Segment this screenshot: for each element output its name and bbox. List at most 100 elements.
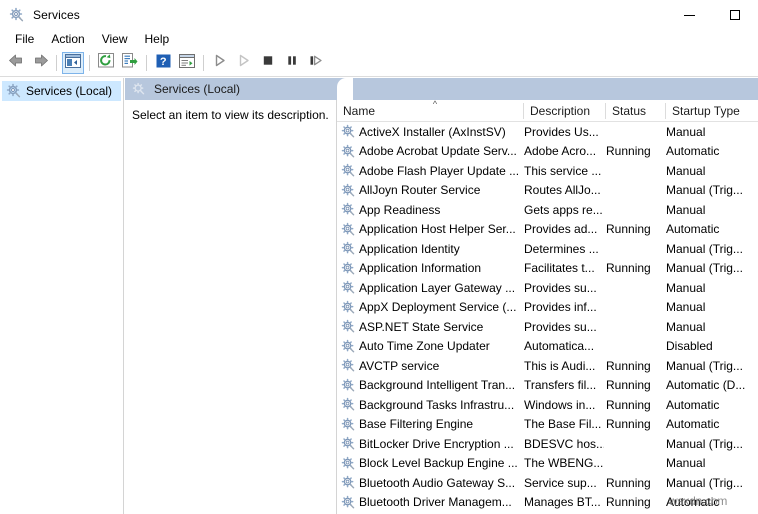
maximize-icon <box>730 10 740 20</box>
cell-description: Provides ad... <box>524 222 598 237</box>
table-row[interactable]: BitLocker Drive Encryption ... BDESVC hos… <box>337 434 758 454</box>
table-row[interactable]: AppX Deployment Service (... Provides inf… <box>337 298 758 318</box>
table-row[interactable]: Adobe Acrobat Update Serv... Adobe Acro..… <box>337 142 758 162</box>
cell-description: Adobe Acro... <box>524 144 597 159</box>
table-row[interactable]: Base Filtering Engine The Base Fil... Runn… <box>337 415 758 435</box>
cell-description: This is Audi... <box>524 358 596 373</box>
cell-startup-type: Automatic <box>666 222 720 237</box>
services-gear-icon <box>341 300 356 315</box>
list-header-rounded-corner <box>337 78 353 100</box>
resume-service-icon <box>238 54 250 72</box>
service-name-label: Application Identity <box>359 241 460 256</box>
stop-service-button[interactable] <box>257 52 279 74</box>
cell-status: Running <box>606 417 651 432</box>
toolbar-separator-3 <box>146 55 147 71</box>
table-row[interactable]: Adobe Flash Player Update ... This servic… <box>337 161 758 181</box>
forward-button[interactable] <box>29 52 51 74</box>
cell-status: Running <box>606 358 651 373</box>
help-button[interactable]: ? <box>152 52 174 74</box>
cell-status: Running <box>606 495 651 510</box>
minimize-icon <box>683 14 695 16</box>
menu-help[interactable]: Help <box>138 30 177 48</box>
menu-file[interactable]: File <box>8 30 41 48</box>
services-gear-icon <box>341 183 356 198</box>
tree-item-services-local[interactable]: Services (Local) <box>2 81 121 101</box>
table-row[interactable]: ASP.NET State Service Provides su... Manua… <box>337 317 758 337</box>
table-row[interactable]: Application Information Facilitates t... R… <box>337 259 758 279</box>
table-row[interactable]: Background Tasks Infrastru... Windows in.… <box>337 395 758 415</box>
cell-startup-type: Automatic (D... <box>666 378 746 393</box>
start-service-button[interactable] <box>209 52 231 74</box>
table-row[interactable]: Auto Time Zone Updater Automatica... Disab… <box>337 337 758 357</box>
menu-action[interactable]: Action <box>44 30 91 48</box>
table-row[interactable]: ActiveX Installer (AxInstSV) Provides Us.… <box>337 122 758 142</box>
cell-description: BDESVC hos... <box>524 436 604 451</box>
column-header-description[interactable]: Description <box>524 100 606 122</box>
forward-icon <box>32 53 49 73</box>
table-row[interactable]: Background Intelligent Tran... Transfers … <box>337 376 758 396</box>
services-gear-icon <box>341 319 356 334</box>
cell-startup-type: Manual (Trig... <box>666 261 743 276</box>
cell-service-name: AVCTP service <box>337 356 522 376</box>
table-row[interactable]: Bluetooth Driver Managem... Manages BT...… <box>337 493 758 513</box>
table-row[interactable]: Application Layer Gateway ... Provides su… <box>337 278 758 298</box>
services-gear-icon <box>341 241 356 256</box>
table-row[interactable]: AllJoyn Router Service Routes AllJo... Man… <box>337 181 758 201</box>
services-gear-icon <box>341 397 356 412</box>
services-gear-icon <box>341 495 356 510</box>
refresh-button[interactable] <box>95 52 117 74</box>
table-row[interactable]: Bluetooth Audio Gateway S... Service sup.… <box>337 473 758 493</box>
cell-status: Running <box>606 378 651 393</box>
cell-startup-type: Automatic <box>666 397 720 412</box>
cell-status <box>606 454 664 474</box>
cell-description: The Base Fil... <box>524 417 602 432</box>
properties-button[interactable] <box>176 52 198 74</box>
table-row[interactable]: AVCTP service This is Audi... Running Manua… <box>337 356 758 376</box>
cell-startup-type: Manual <box>666 124 706 139</box>
menu-view[interactable]: View <box>95 30 135 48</box>
list-column-headers: Name ^ Description Status Startup Type <box>337 100 758 122</box>
services-window: Services File Action View Help ? Service… <box>0 0 758 514</box>
cell-service-name: Application Information <box>337 259 522 279</box>
minimize-button[interactable] <box>666 0 712 30</box>
cell-service-name: Base Filtering Engine <box>337 415 522 435</box>
cell-status <box>606 317 664 337</box>
services-gear-icon <box>341 124 356 139</box>
services-rows: ActiveX Installer (AxInstSV) Provides Us.… <box>337 122 758 514</box>
cell-description: Routes AllJo... <box>524 183 601 198</box>
export-list-icon <box>122 53 138 73</box>
cell-service-name: Application Layer Gateway ... <box>337 278 522 298</box>
cell-description: Provides su... <box>524 319 597 334</box>
service-name-label: Background Intelligent Tran... <box>359 378 516 393</box>
services-gear-icon <box>341 202 356 217</box>
properties-icon <box>179 53 195 73</box>
services-gear-icon <box>341 417 356 432</box>
detail-pane-title: Services (Local) <box>154 82 241 96</box>
table-row[interactable]: Application Identity Determines ... Manual… <box>337 239 758 259</box>
maximize-button[interactable] <box>712 0 758 30</box>
export-list-button[interactable] <box>119 52 141 74</box>
show-hide-console-tree-button[interactable] <box>62 52 84 74</box>
cell-status <box>606 434 664 454</box>
table-row[interactable]: App Readiness Gets apps re... Manual <box>337 200 758 220</box>
table-row[interactable]: Block Level Backup Engine ... The WBENG..… <box>337 454 758 474</box>
cell-description: Manages BT... <box>524 495 601 510</box>
pause-service-button[interactable] <box>281 52 303 74</box>
cell-status: Running <box>606 397 651 412</box>
column-header-startup-type[interactable]: Startup Type <box>666 100 758 122</box>
column-header-name[interactable]: Name ^ <box>337 100 524 122</box>
console-tree-pane: Services (Local) <box>0 78 124 514</box>
start-service-icon <box>214 54 226 72</box>
column-header-status[interactable]: Status <box>606 100 666 122</box>
results-pane: Services (Local) Select an item to view … <box>125 78 758 514</box>
services-gear-icon <box>341 475 356 490</box>
back-button[interactable] <box>5 52 27 74</box>
cell-status <box>606 122 664 142</box>
cell-service-name: Application Identity <box>337 239 522 259</box>
restart-service-button[interactable] <box>305 52 327 74</box>
services-gear-icon <box>341 144 356 159</box>
show-hide-console-tree-icon <box>65 53 81 73</box>
table-row[interactable]: Application Host Helper Ser... Provides a… <box>337 220 758 240</box>
resume-service-button[interactable] <box>233 52 255 74</box>
service-name-label: AVCTP service <box>359 358 440 373</box>
